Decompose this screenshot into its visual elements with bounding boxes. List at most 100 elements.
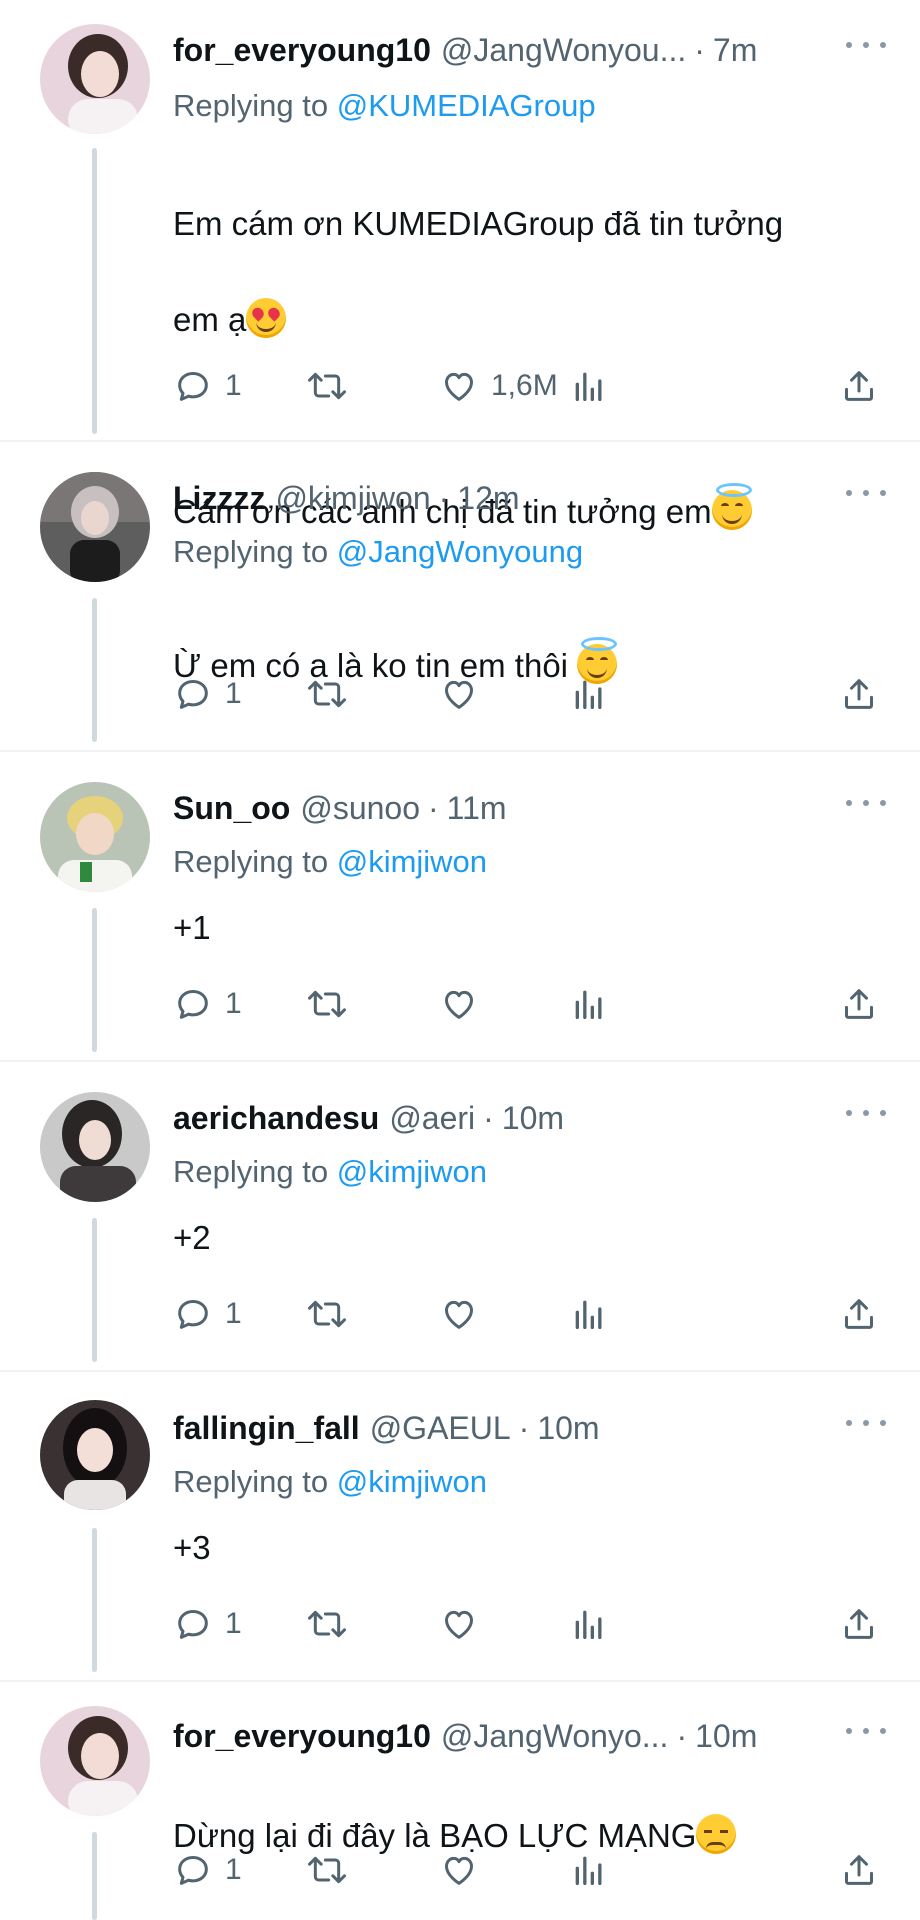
retweet-button[interactable] xyxy=(305,362,349,410)
replying-label: Replying to xyxy=(173,844,337,879)
like-button[interactable] xyxy=(439,670,479,718)
more-options-icon[interactable] xyxy=(846,1716,886,1746)
more-options-icon[interactable] xyxy=(846,1098,886,1128)
reply-count: 1 xyxy=(225,1297,242,1330)
more-options-icon[interactable] xyxy=(846,788,886,818)
display-name[interactable]: for_everyoung10 xyxy=(173,30,431,70)
tweet-header: Sun_oo @sunoo · 11m xyxy=(173,788,507,828)
reply-button[interactable]: 1 xyxy=(173,362,242,410)
avatar[interactable] xyxy=(40,472,150,582)
replying-mention[interactable]: @KUMEDIAGroup xyxy=(337,88,596,123)
tweet[interactable]: Lizzzz @kimjiwon · 12m Replying to @Jang… xyxy=(0,442,920,752)
display-name[interactable]: Sun_oo xyxy=(173,788,290,828)
retweet-button[interactable] xyxy=(305,1290,349,1338)
replying-mention[interactable]: @kimjiwon xyxy=(337,1154,487,1189)
reply-button[interactable]: 1 xyxy=(173,1290,242,1338)
retweet-button[interactable] xyxy=(305,1600,349,1648)
retweet-icon xyxy=(308,1856,346,1884)
retweet-button[interactable] xyxy=(305,670,349,718)
retweet-button[interactable] xyxy=(305,980,349,1028)
tweet-actions: 1 1,6M xyxy=(173,362,883,410)
share-button[interactable] xyxy=(839,980,879,1028)
views-button[interactable] xyxy=(569,980,609,1028)
reply-button[interactable]: 1 xyxy=(173,1846,242,1894)
share-button[interactable] xyxy=(839,1290,879,1338)
replying-mention[interactable]: @kimjiwon xyxy=(337,844,487,879)
share-button[interactable] xyxy=(839,362,879,410)
reply-button[interactable]: 1 xyxy=(173,1600,242,1648)
tweet[interactable]: Sun_oo @sunoo · 11m Replying to @kimjiwo… xyxy=(0,752,920,1062)
avatar[interactable] xyxy=(40,24,150,134)
timestamp[interactable]: 12m xyxy=(457,478,519,518)
like-button[interactable] xyxy=(439,980,479,1028)
avatar-photo xyxy=(40,24,150,134)
avatar[interactable] xyxy=(40,1092,150,1202)
reply-button[interactable]: 1 xyxy=(173,980,242,1028)
avatar-photo xyxy=(40,472,150,582)
replying-to: Replying to @kimjiwon xyxy=(173,1462,487,1502)
share-button[interactable] xyxy=(839,1846,879,1894)
display-name[interactable]: fallingin_fall xyxy=(173,1408,360,1448)
share-button[interactable] xyxy=(839,670,879,718)
more-options-icon[interactable] xyxy=(846,478,886,508)
tweet-actions: 1 xyxy=(173,1290,883,1338)
like-button[interactable] xyxy=(439,1290,479,1338)
replying-mention[interactable]: @JangWonyoung xyxy=(337,534,583,569)
user-handle[interactable]: @JangWonyou... xyxy=(441,30,686,70)
heart-icon xyxy=(445,680,473,709)
tweet-header: aerichandesu @aeri · 10m xyxy=(173,1098,564,1138)
reply-count: 1 xyxy=(225,1607,242,1640)
heart-icon xyxy=(445,1856,473,1885)
reply-button[interactable]: 1 xyxy=(173,670,242,718)
retweet-button[interactable] xyxy=(305,1846,349,1894)
avatar[interactable] xyxy=(40,1400,150,1510)
display-name[interactable]: for_everyoung10 xyxy=(173,1716,431,1756)
like-button[interactable] xyxy=(439,1846,479,1894)
analytics-icon xyxy=(575,680,602,709)
reply-icon xyxy=(178,1610,208,1639)
avatar[interactable] xyxy=(40,782,150,892)
replying-to: Replying to @kimjiwon xyxy=(173,842,487,882)
user-handle[interactable]: @aeri xyxy=(389,1098,475,1138)
like-button[interactable] xyxy=(439,1600,479,1648)
user-handle[interactable]: @GAEUL xyxy=(370,1408,511,1448)
display-name[interactable]: aerichandesu xyxy=(173,1098,379,1138)
views-button[interactable] xyxy=(569,1290,609,1338)
tweet-header: Lizzzz @kimjiwon · 12m xyxy=(173,478,520,518)
user-handle[interactable]: @sunoo xyxy=(300,788,420,828)
tweet[interactable]: aerichandesu @aeri · 10m Replying to @ki… xyxy=(0,1062,920,1372)
timestamp[interactable]: 10m xyxy=(502,1098,564,1138)
tweet-text: +3 xyxy=(173,1529,211,1566)
views-button[interactable] xyxy=(569,1846,609,1894)
more-options-icon[interactable] xyxy=(846,1408,886,1438)
views-button[interactable] xyxy=(569,1600,609,1648)
more-options-icon[interactable] xyxy=(846,30,886,60)
tweet-actions: 1 xyxy=(173,670,883,718)
tweet[interactable]: fallingin_fall @GAEUL · 10m Replying to … xyxy=(0,1372,920,1682)
views-button[interactable] xyxy=(569,362,609,410)
display-name[interactable]: Lizzzz xyxy=(173,478,265,518)
tweet-header: for_everyoung10 @JangWonyo... · 10m xyxy=(173,1716,757,1756)
replying-label: Replying to xyxy=(173,1464,337,1499)
thread-line xyxy=(92,1218,97,1362)
avatar[interactable] xyxy=(40,1706,150,1816)
views-button[interactable] xyxy=(569,670,609,718)
like-button[interactable]: 1,6M xyxy=(439,362,558,410)
user-handle[interactable]: @JangWonyo... xyxy=(441,1716,669,1756)
replying-label: Replying to xyxy=(173,1154,337,1189)
replying-to: Replying to @KUMEDIAGroup xyxy=(173,86,596,126)
share-button[interactable] xyxy=(839,1600,879,1648)
replying-mention[interactable]: @kimjiwon xyxy=(337,1464,487,1499)
timestamp[interactable]: 10m xyxy=(537,1408,599,1448)
thread-line xyxy=(92,908,97,1052)
analytics-icon xyxy=(575,372,602,401)
separator-dot: · xyxy=(694,32,705,68)
tweet[interactable]: for_everyoung10 @JangWonyou... · 7m Repl… xyxy=(0,0,920,530)
tweet[interactable]: for_everyoung10 @JangWonyo... · 10m Dừng… xyxy=(0,1682,920,1920)
timestamp[interactable]: 11m xyxy=(447,788,507,828)
heart-eyes-emoji xyxy=(246,298,287,338)
timestamp[interactable]: 10m xyxy=(695,1716,757,1756)
timestamp[interactable]: 7m xyxy=(713,30,757,70)
avatar-photo xyxy=(40,782,150,892)
user-handle[interactable]: @kimjiwon xyxy=(275,478,430,518)
